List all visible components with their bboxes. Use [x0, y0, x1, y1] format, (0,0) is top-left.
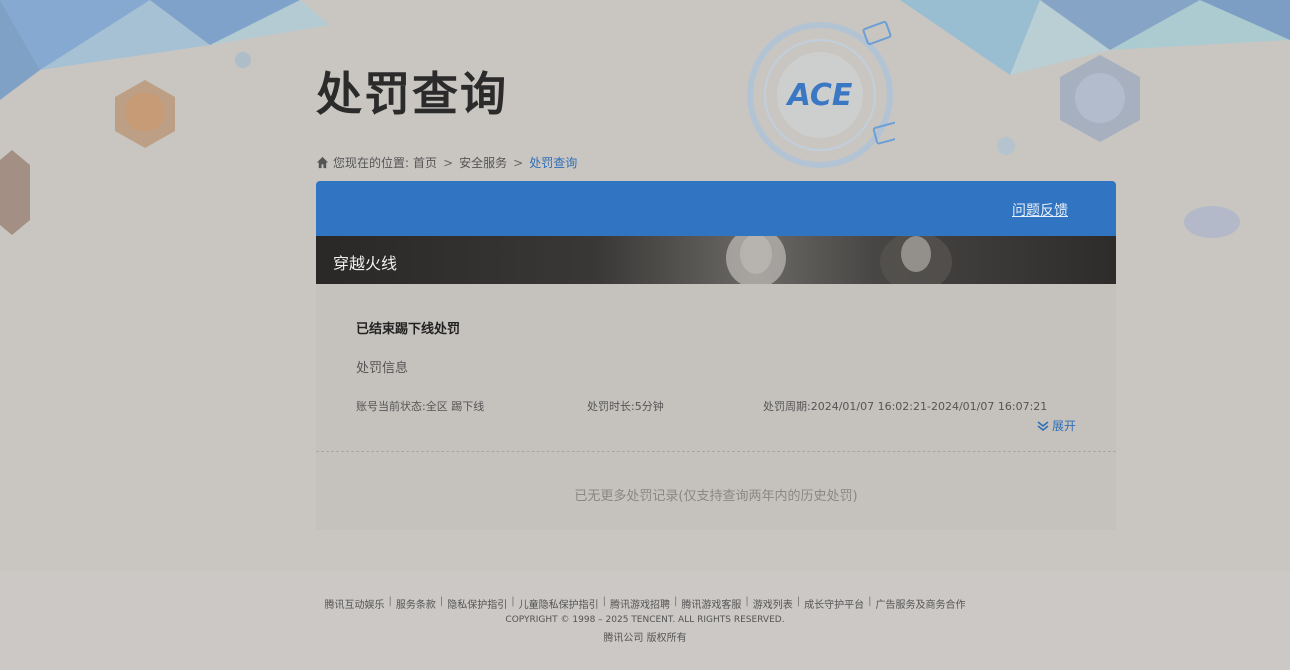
footer-link-jobs[interactable]: 腾讯游戏招聘: [610, 596, 670, 611]
expand-button[interactable]: 展开: [1037, 417, 1076, 434]
ace-logo: ACE: [747, 20, 895, 168]
footer-company: 腾讯公司 版权所有: [603, 633, 687, 644]
record-title: 已结束踢下线处罚: [356, 322, 461, 337]
breadcrumb-current: 处罚查询: [529, 156, 578, 170]
record-period: 处罚周期:2024/01/07 16:02:21-2024/01/07 16:0…: [763, 400, 1048, 413]
breadcrumb-separator: >: [513, 155, 524, 170]
footer-link-ads[interactable]: 广告服务及商务合作: [876, 596, 966, 611]
double-chevron-down-icon: [1037, 420, 1049, 431]
penalty-panel: 问题反馈 穿越火线 已结束踢下线处罚 处罚信息 账号当前状态:全区 踢下线 处罚…: [316, 181, 1116, 530]
feedback-link[interactable]: 问题反馈: [1012, 200, 1068, 220]
breadcrumb-prefix: 您现在的位置:: [333, 156, 410, 170]
record-status: 账号当前状态:全区 踢下线: [356, 400, 485, 413]
footer-copyright: COPYRIGHT © 1998 – 2025 TENCENT. ALL RIG…: [505, 615, 785, 625]
footer: 腾讯互动娱乐 | 服务条款 | 隐私保护指引 | 儿童隐私保护指引 | 腾讯游戏招聘 | …: [0, 571, 1290, 670]
footer-link-tencent-games[interactable]: 腾讯互动娱乐: [325, 596, 385, 611]
page: 处罚查询 ACE 您现在的位置: 首页 > 安全服务 > 处罚查询 问题反馈 穿…: [0, 0, 1290, 670]
footer-link-growth-guard[interactable]: 成长守护平台: [804, 596, 864, 611]
footer-link-support[interactable]: 腾讯游戏客服: [681, 596, 741, 611]
panel-header: 问题反馈: [316, 181, 1116, 236]
breadcrumb-security-link[interactable]: 安全服务: [459, 154, 507, 171]
footer-link-privacy[interactable]: 隐私保护指引: [447, 596, 507, 611]
record-details: 账号当前状态:全区 踢下线 处罚时长:5分钟 处罚周期:2024/01/07 1…: [356, 398, 1076, 413]
ace-logo-text: ACE: [786, 78, 853, 113]
breadcrumb-home-link[interactable]: 首页: [413, 154, 437, 171]
page-title: 处罚查询: [316, 67, 508, 121]
footer-links: 腾讯互动娱乐 | 服务条款 | 隐私保护指引 | 儿童隐私保护指引 | 腾讯游戏招聘 | …: [324, 596, 966, 611]
home-icon: [316, 156, 329, 169]
breadcrumb-separator: >: [443, 155, 454, 170]
game-name: 穿越火线: [333, 254, 398, 273]
record-section-label: 处罚信息: [356, 361, 409, 376]
game-banner: 穿越火线: [316, 236, 1116, 284]
footer-link-child-privacy[interactable]: 儿童隐私保护指引: [519, 596, 599, 611]
expand-label: 展开: [1051, 419, 1076, 433]
no-more-records: 已无更多处罚记录(仅支持查询两年内的历史处罚): [316, 452, 1116, 530]
breadcrumb: 您现在的位置: 首页 > 安全服务 > 处罚查询: [316, 154, 577, 171]
record-duration: 处罚时长:5分钟: [587, 400, 664, 413]
footer-link-terms[interactable]: 服务条款: [396, 596, 436, 611]
penalty-record: 已结束踢下线处罚 处罚信息 账号当前状态:全区 踢下线 处罚时长:5分钟 处罚周…: [316, 284, 1116, 451]
banner-characters: [726, 236, 952, 284]
footer-link-game-list[interactable]: 游戏列表: [753, 596, 793, 611]
